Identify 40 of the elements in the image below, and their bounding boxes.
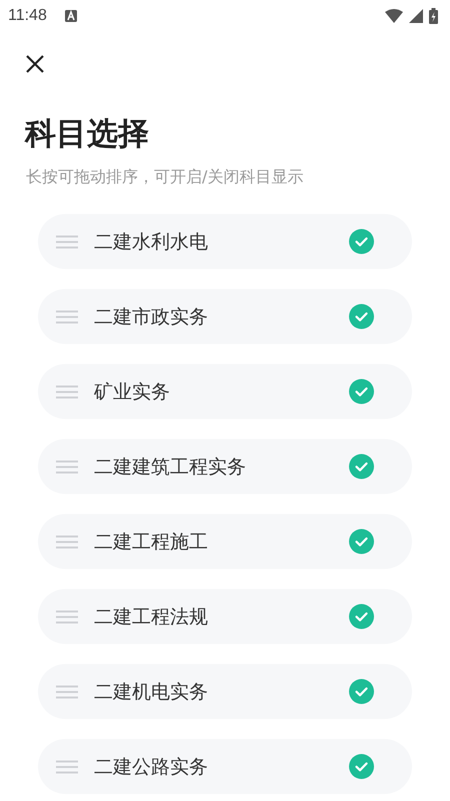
drag-handle-icon[interactable] [56,610,78,624]
checked-icon[interactable] [349,604,374,629]
drag-handle-icon[interactable] [56,234,78,248]
battery-icon [429,8,438,24]
subject-item[interactable]: 二建建筑工程实务 [38,439,412,494]
subject-name: 二建工程施工 [94,530,209,554]
subject-name: 二建市政实务 [94,304,209,330]
wifi-icon [385,9,403,23]
signal-icon [409,9,423,23]
subject-item[interactable]: 二建市政实务 [38,289,412,344]
subject-name: 二建工程法规 [94,604,209,630]
checked-icon[interactable] [349,454,374,479]
subject-name: 矿业实务 [94,380,171,404]
subject-item[interactable]: 二建工程施工 [38,514,412,569]
subject-item[interactable]: 二建机电实务 [38,664,412,719]
subject-name: 二建公路实务 [94,754,209,780]
close-button[interactable] [25,54,45,74]
checked-icon[interactable] [349,229,374,254]
status-time: 11:48 [8,7,47,25]
subject-item[interactable]: 矿业实务 [38,364,412,419]
subject-name: 二建水利水电 [94,230,209,254]
drag-handle-icon[interactable] [56,684,78,698]
subject-name: 二建机电实务 [94,680,209,704]
subject-name: 二建建筑工程实务 [94,454,247,480]
drag-handle-icon[interactable] [56,534,78,548]
drag-handle-icon[interactable] [56,760,78,774]
subject-item[interactable]: 二建公路实务 [38,739,412,794]
checked-icon[interactable] [349,754,374,779]
subject-item[interactable]: 二建水利水电 [38,214,412,269]
checked-icon[interactable] [349,529,374,554]
drag-handle-icon[interactable] [56,460,78,474]
checked-icon[interactable] [349,379,374,404]
notification-icon [64,10,77,22]
page-title: 科目选择 [25,115,150,154]
checked-icon[interactable] [349,679,374,704]
drag-handle-icon[interactable] [56,310,78,324]
subject-item[interactable]: 二建工程法规 [38,589,412,644]
page-subtitle: 长按可拖动排序，可开启/关闭科目显示 [26,166,304,188]
checked-icon[interactable] [349,304,374,329]
drag-handle-icon[interactable] [56,384,78,398]
